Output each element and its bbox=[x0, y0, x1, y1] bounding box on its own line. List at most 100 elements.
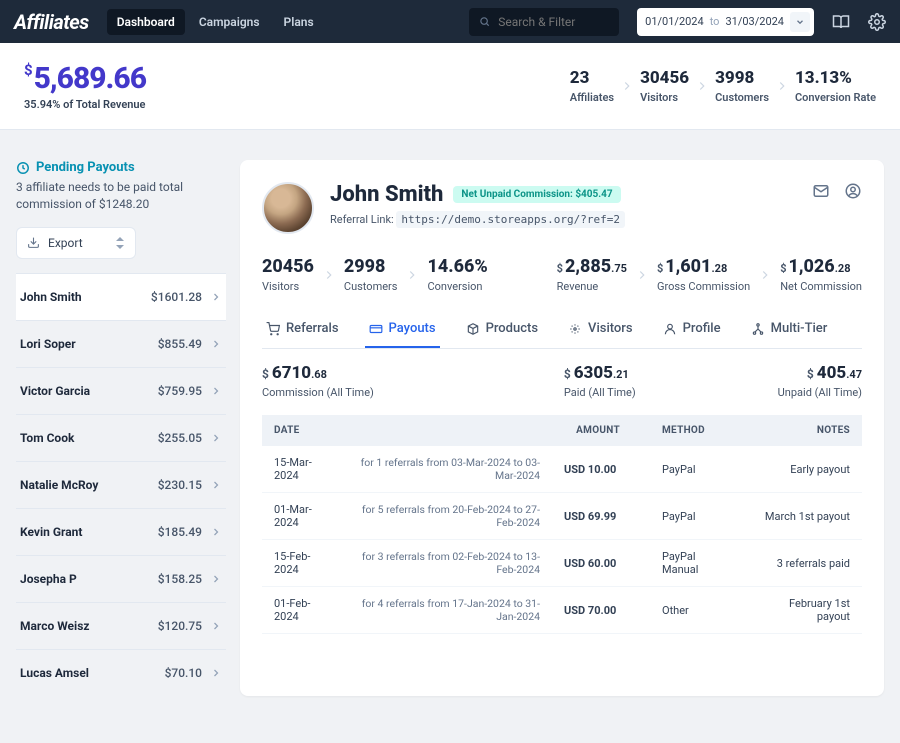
affiliate-row[interactable]: Victor Garcia $759.95 bbox=[16, 367, 226, 414]
referral-url[interactable]: https://demo.storeapps.org/?ref=2 bbox=[396, 211, 625, 228]
chevron-right-icon bbox=[322, 268, 336, 282]
export-label: Export bbox=[48, 236, 83, 250]
clock-icon bbox=[16, 161, 30, 175]
tab-products[interactable]: Products bbox=[462, 313, 542, 348]
tab-multitier[interactable]: Multi-Tier bbox=[747, 313, 832, 348]
total-commission-alltime: $6710.68Commission (All Time) bbox=[262, 363, 374, 399]
table-row[interactable]: 15-Mar-2024for 1 referrals from 03-Mar-2… bbox=[262, 446, 862, 493]
col-method[interactable]: METHOD bbox=[632, 415, 742, 446]
affiliate-name: Josepha P bbox=[20, 572, 77, 586]
cell-notes: March 1st payout bbox=[742, 493, 862, 540]
search-box[interactable] bbox=[469, 8, 619, 36]
affiliate-amount: $158.25 bbox=[158, 572, 202, 586]
date-from: 01/01/2024 bbox=[645, 15, 704, 28]
tab-referrals[interactable]: Referrals bbox=[262, 313, 343, 348]
affiliate-row[interactable]: Josepha P $158.25 bbox=[16, 555, 226, 602]
nav-tab-plans[interactable]: Plans bbox=[274, 9, 324, 35]
top-nav: Affiliates Dashboard Campaigns Plans 01/… bbox=[0, 0, 900, 43]
nav-tabs: Dashboard Campaigns Plans bbox=[107, 9, 324, 35]
tab-payouts[interactable]: Payouts bbox=[365, 313, 440, 348]
col-desc bbox=[341, 415, 552, 446]
tab-visitors[interactable]: Visitors bbox=[564, 313, 637, 348]
affiliate-row[interactable]: Lucas Amsel$70.10 bbox=[16, 649, 226, 696]
chevron-right-icon bbox=[695, 79, 709, 93]
affiliate-row[interactable]: John Smith$1601.28 bbox=[16, 273, 226, 320]
kpi-customers: 3998Customers bbox=[715, 68, 769, 104]
affiliate-name: Kevin Grant bbox=[20, 525, 82, 539]
sidebar: Pending Payouts 3 affiliate needs to be … bbox=[16, 160, 226, 696]
pending-title: Pending Payouts bbox=[36, 160, 135, 175]
total-paid-alltime: $6305.21Paid (All Time) bbox=[564, 363, 636, 399]
col-notes[interactable]: NOTES bbox=[742, 415, 862, 446]
cell-method: PayPal bbox=[632, 446, 742, 493]
affiliate-row[interactable]: Kevin Grant$185.49 bbox=[16, 508, 226, 555]
profile-name: John Smith bbox=[330, 182, 443, 207]
date-range-picker[interactable]: 01/01/2024 to 31/03/2024 bbox=[637, 8, 814, 36]
affiliate-amount: $855.49 bbox=[158, 337, 202, 351]
chevron-right-icon bbox=[210, 667, 222, 679]
cell-method: Other bbox=[632, 587, 742, 634]
col-amount[interactable]: AMOUNT bbox=[552, 415, 632, 446]
currency-symbol: $ bbox=[24, 61, 32, 79]
affiliate-name: Lucas Amsel bbox=[20, 666, 89, 680]
content-area: Pending Payouts 3 affiliate needs to be … bbox=[0, 130, 900, 712]
referral-label: Referral Link: bbox=[330, 213, 394, 226]
unpaid-badge: Net Unpaid Commission: $405.47 bbox=[453, 186, 620, 203]
cell-date: 01-Mar-2024 bbox=[262, 493, 341, 540]
cell-method: PayPal Manual bbox=[632, 540, 742, 587]
chevron-down-icon bbox=[790, 12, 810, 32]
affiliate-row[interactable]: Lori Soper$855.49 bbox=[16, 320, 226, 367]
export-button[interactable]: Export bbox=[16, 227, 136, 259]
summary-bar: $5,689.66 35.94% of Total Revenue 23Affi… bbox=[0, 43, 900, 130]
total-unpaid-alltime: $405.47Unpaid (All Time) bbox=[778, 363, 862, 399]
pending-text: 3 affiliate needs to be paid total commi… bbox=[16, 179, 226, 213]
kpi-conversion: 13.13%Conversion Rate bbox=[795, 68, 876, 104]
stat-visitors: 20456Visitors bbox=[262, 256, 314, 293]
cell-amount: USD 70.00 bbox=[552, 587, 632, 634]
chevron-right-icon bbox=[758, 268, 772, 282]
nav-tab-campaigns[interactable]: Campaigns bbox=[189, 9, 270, 35]
search-input[interactable] bbox=[498, 15, 609, 29]
chevron-right-icon bbox=[210, 338, 222, 350]
cell-method: PayPal bbox=[632, 493, 742, 540]
affiliate-row[interactable]: Marco Weisz$120.75 bbox=[16, 602, 226, 649]
total-commission: $5,689.66 35.94% of Total Revenue bbox=[24, 61, 146, 111]
table-row[interactable]: 01-Feb-2024for 4 referrals from 17-Jan-2… bbox=[262, 587, 862, 634]
affiliate-amount: $255.05 bbox=[158, 431, 202, 445]
affiliate-amount: $1601.28 bbox=[151, 290, 202, 304]
table-row[interactable]: 01-Mar-2024for 5 referrals from 20-Feb-2… bbox=[262, 493, 862, 540]
pending-payouts-box: Pending Payouts 3 affiliate needs to be … bbox=[16, 160, 226, 213]
affiliate-row[interactable]: Tom Cook$255.05 bbox=[16, 414, 226, 461]
col-date[interactable]: DATE bbox=[262, 415, 341, 446]
chevron-right-icon bbox=[210, 620, 222, 632]
stat-net: $1,026.28Net Commission bbox=[780, 256, 862, 293]
affiliate-row[interactable]: Natalie McRoy$230.15 bbox=[16, 461, 226, 508]
cell-notes: February 1st payout bbox=[742, 587, 862, 634]
brand-logo: Affiliates bbox=[14, 10, 89, 34]
table-header: DATE AMOUNT METHOD NOTES bbox=[262, 415, 862, 446]
total-subtext: 35.94% of Total Revenue bbox=[24, 98, 146, 111]
search-icon bbox=[479, 15, 490, 28]
chevron-right-icon bbox=[620, 79, 634, 93]
download-icon bbox=[27, 236, 40, 249]
affiliate-amount: $230.15 bbox=[158, 478, 202, 492]
cell-amount: USD 10.00 bbox=[552, 446, 632, 493]
affiliate-amount: $759.95 bbox=[158, 384, 202, 398]
referral-link-row: Referral Link: https://demo.storeapps.or… bbox=[330, 213, 796, 226]
gear-icon[interactable] bbox=[868, 13, 886, 31]
table-row[interactable]: 15-Feb-2024for 3 referrals from 02-Feb-2… bbox=[262, 540, 862, 587]
book-icon[interactable] bbox=[832, 13, 850, 31]
chevron-right-icon bbox=[210, 573, 222, 585]
cell-desc: for 4 referrals from 17-Jan-2024 to 31-J… bbox=[341, 587, 552, 634]
affiliate-list: John Smith$1601.28Lori Soper$855.49Victo… bbox=[16, 273, 226, 696]
chevron-right-icon bbox=[405, 268, 419, 282]
cell-date: 01-Feb-2024 bbox=[262, 587, 341, 634]
mail-icon[interactable] bbox=[812, 182, 830, 200]
affiliate-name: Victor Garcia bbox=[20, 384, 90, 398]
affiliate-amount: $120.75 bbox=[158, 619, 202, 633]
cell-desc: for 3 referrals from 02-Feb-2024 to 13-F… bbox=[341, 540, 552, 587]
nav-tab-dashboard[interactable]: Dashboard bbox=[107, 9, 185, 35]
cell-notes: 3 referrals paid bbox=[742, 540, 862, 587]
tab-profile[interactable]: Profile bbox=[659, 313, 725, 348]
user-circle-icon[interactable] bbox=[844, 182, 862, 200]
